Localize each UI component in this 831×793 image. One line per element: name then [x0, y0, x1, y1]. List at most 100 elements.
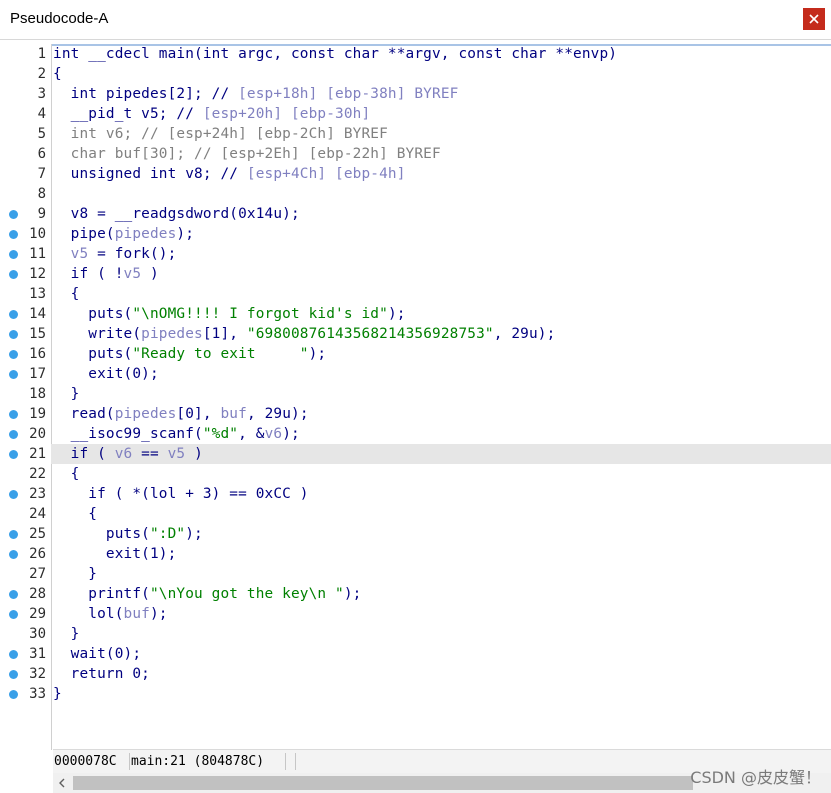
line-gutter[interactable]: 27 — [0, 564, 51, 584]
code-line[interactable]: 15 write(pipedes[1], "698008761435682143… — [0, 324, 831, 344]
line-gutter[interactable]: 16 — [0, 344, 51, 364]
code-line[interactable]: 1 int __cdecl main(int argc, const char *… — [0, 44, 831, 64]
code-line[interactable]: 25 puts(":D"); — [0, 524, 831, 544]
code-line[interactable]: 30 } — [0, 624, 831, 644]
code-line[interactable]: 22 { — [0, 464, 831, 484]
line-gutter[interactable]: 31 — [0, 644, 51, 664]
breakpoint-dot-icon[interactable] — [9, 450, 18, 459]
line-gutter[interactable]: 30 — [0, 624, 51, 644]
breakpoint-dot-icon[interactable] — [9, 370, 18, 379]
code-line[interactable]: 23 if ( *(lol + 3) == 0xCC ) — [0, 484, 831, 504]
code-token[interactable]: buf — [124, 606, 150, 622]
code-token[interactable]: pipedes — [115, 226, 177, 242]
code-line[interactable]: 27 } — [0, 564, 831, 584]
line-gutter[interactable]: 15 — [0, 324, 51, 344]
code-token[interactable]: pipedes — [115, 406, 177, 422]
code-line[interactable]: 29 lol(buf); — [0, 604, 831, 624]
code-line[interactable]: 3 int pipedes[2]; // [esp+18h] [ebp-38h]… — [0, 84, 831, 104]
line-gutter[interactable]: 21 — [0, 444, 51, 464]
line-gutter[interactable]: 4 — [0, 104, 51, 124]
breakpoint-dot-icon[interactable] — [9, 330, 18, 339]
line-gutter[interactable]: 2 — [0, 64, 51, 84]
breakpoint-dot-icon[interactable] — [9, 210, 18, 219]
code-token[interactable]: v5 — [71, 246, 89, 262]
line-gutter[interactable]: 14 — [0, 304, 51, 324]
line-gutter[interactable]: 3 — [0, 84, 51, 104]
code-line[interactable]: 5 int v6; // [esp+24h] [ebp-2Ch] BYREF — [0, 124, 831, 144]
code-line[interactable]: 31 wait(0); — [0, 644, 831, 664]
code-line[interactable]: 12 if ( !v5 ) — [0, 264, 831, 284]
line-gutter[interactable]: 1 — [0, 44, 51, 64]
breakpoint-dot-icon[interactable] — [9, 590, 18, 599]
line-gutter[interactable]: 32 — [0, 664, 51, 684]
code-line[interactable]: 16 puts("Ready to exit "); — [0, 344, 831, 364]
breakpoint-dot-icon[interactable] — [9, 690, 18, 699]
scroll-thumb[interactable] — [73, 776, 693, 790]
code-line[interactable]: 13 { — [0, 284, 831, 304]
code-line[interactable]: 19 read(pipedes[0], buf, 29u); — [0, 404, 831, 424]
code-line[interactable]: 32 return 0; — [0, 664, 831, 684]
line-gutter[interactable]: 13 — [0, 284, 51, 304]
line-gutter[interactable]: 29 — [0, 604, 51, 624]
line-gutter[interactable]: 23 — [0, 484, 51, 504]
line-gutter[interactable]: 17 — [0, 364, 51, 384]
line-gutter[interactable]: 5 — [0, 124, 51, 144]
breakpoint-dot-icon[interactable] — [9, 670, 18, 679]
code-line[interactable]: 17 exit(0); — [0, 364, 831, 384]
code-line[interactable]: 8 — [0, 184, 831, 204]
code-token[interactable]: v6 — [115, 446, 133, 462]
code-line[interactable]: 2{ — [0, 64, 831, 84]
line-gutter[interactable]: 10 — [0, 224, 51, 244]
code-line[interactable]: 6 char buf[30]; // [esp+2Eh] [ebp-22h] B… — [0, 144, 831, 164]
breakpoint-dot-icon[interactable] — [9, 530, 18, 539]
code-line[interactable]: 11 v5 = fork(); — [0, 244, 831, 264]
line-gutter[interactable]: 22 — [0, 464, 51, 484]
breakpoint-dot-icon[interactable] — [9, 490, 18, 499]
line-gutter[interactable]: 7 — [0, 164, 51, 184]
scroll-left-button[interactable] — [55, 776, 69, 790]
code-line[interactable]: 20 __isoc99_scanf("%d", &v6); — [0, 424, 831, 444]
code-token[interactable]: v5 — [124, 266, 142, 282]
line-gutter[interactable]: 33 — [0, 684, 51, 704]
line-gutter[interactable]: 8 — [0, 184, 51, 204]
line-gutter[interactable]: 25 — [0, 524, 51, 544]
code-line[interactable]: 21 if ( v6 == v5 ) — [0, 444, 831, 464]
line-gutter[interactable]: 26 — [0, 544, 51, 564]
line-gutter[interactable]: 19 — [0, 404, 51, 424]
line-gutter[interactable]: 9 — [0, 204, 51, 224]
code-line[interactable]: 24 { — [0, 504, 831, 524]
breakpoint-dot-icon[interactable] — [9, 610, 18, 619]
breakpoint-dot-icon[interactable] — [9, 310, 18, 319]
line-gutter[interactable]: 6 — [0, 144, 51, 164]
line-gutter[interactable]: 12 — [0, 264, 51, 284]
code-token: , 29u); — [493, 326, 556, 342]
line-gutter[interactable]: 24 — [0, 504, 51, 524]
code-text: unsigned int v8; // [esp+4Ch] [ebp-4h] — [53, 166, 406, 182]
breakpoint-dot-icon[interactable] — [9, 550, 18, 559]
code-line[interactable]: 14 puts("\nOMG!!!! I forgot kid's id"); — [0, 304, 831, 324]
code-token[interactable]: v5 — [168, 446, 186, 462]
code-line[interactable]: 28 printf("\nYou got the key\n "); — [0, 584, 831, 604]
code-line[interactable]: 33} — [0, 684, 831, 704]
code-token[interactable]: v6 — [265, 426, 283, 442]
breakpoint-dot-icon[interactable] — [9, 230, 18, 239]
code-line[interactable]: 7 unsigned int v8; // [esp+4Ch] [ebp-4h] — [0, 164, 831, 184]
line-gutter[interactable]: 18 — [0, 384, 51, 404]
breakpoint-dot-icon[interactable] — [9, 430, 18, 439]
code-line[interactable]: 26 exit(1); — [0, 544, 831, 564]
code-token[interactable]: pipedes — [141, 326, 203, 342]
code-line[interactable]: 4 __pid_t v5; // [esp+20h] [ebp-30h] — [0, 104, 831, 124]
code-token[interactable]: buf — [220, 406, 246, 422]
code-line[interactable]: 9 v8 = __readgsdword(0x14u); — [0, 204, 831, 224]
line-gutter[interactable]: 11 — [0, 244, 51, 264]
line-gutter[interactable]: 20 — [0, 424, 51, 444]
breakpoint-dot-icon[interactable] — [9, 350, 18, 359]
breakpoint-dot-icon[interactable] — [9, 410, 18, 419]
code-line[interactable]: 10 pipe(pipedes); — [0, 224, 831, 244]
breakpoint-dot-icon[interactable] — [9, 270, 18, 279]
breakpoint-dot-icon[interactable] — [9, 650, 18, 659]
line-gutter[interactable]: 28 — [0, 584, 51, 604]
breakpoint-dot-icon[interactable] — [9, 250, 18, 259]
code-line[interactable]: 18 } — [0, 384, 831, 404]
close-button[interactable] — [803, 8, 825, 30]
